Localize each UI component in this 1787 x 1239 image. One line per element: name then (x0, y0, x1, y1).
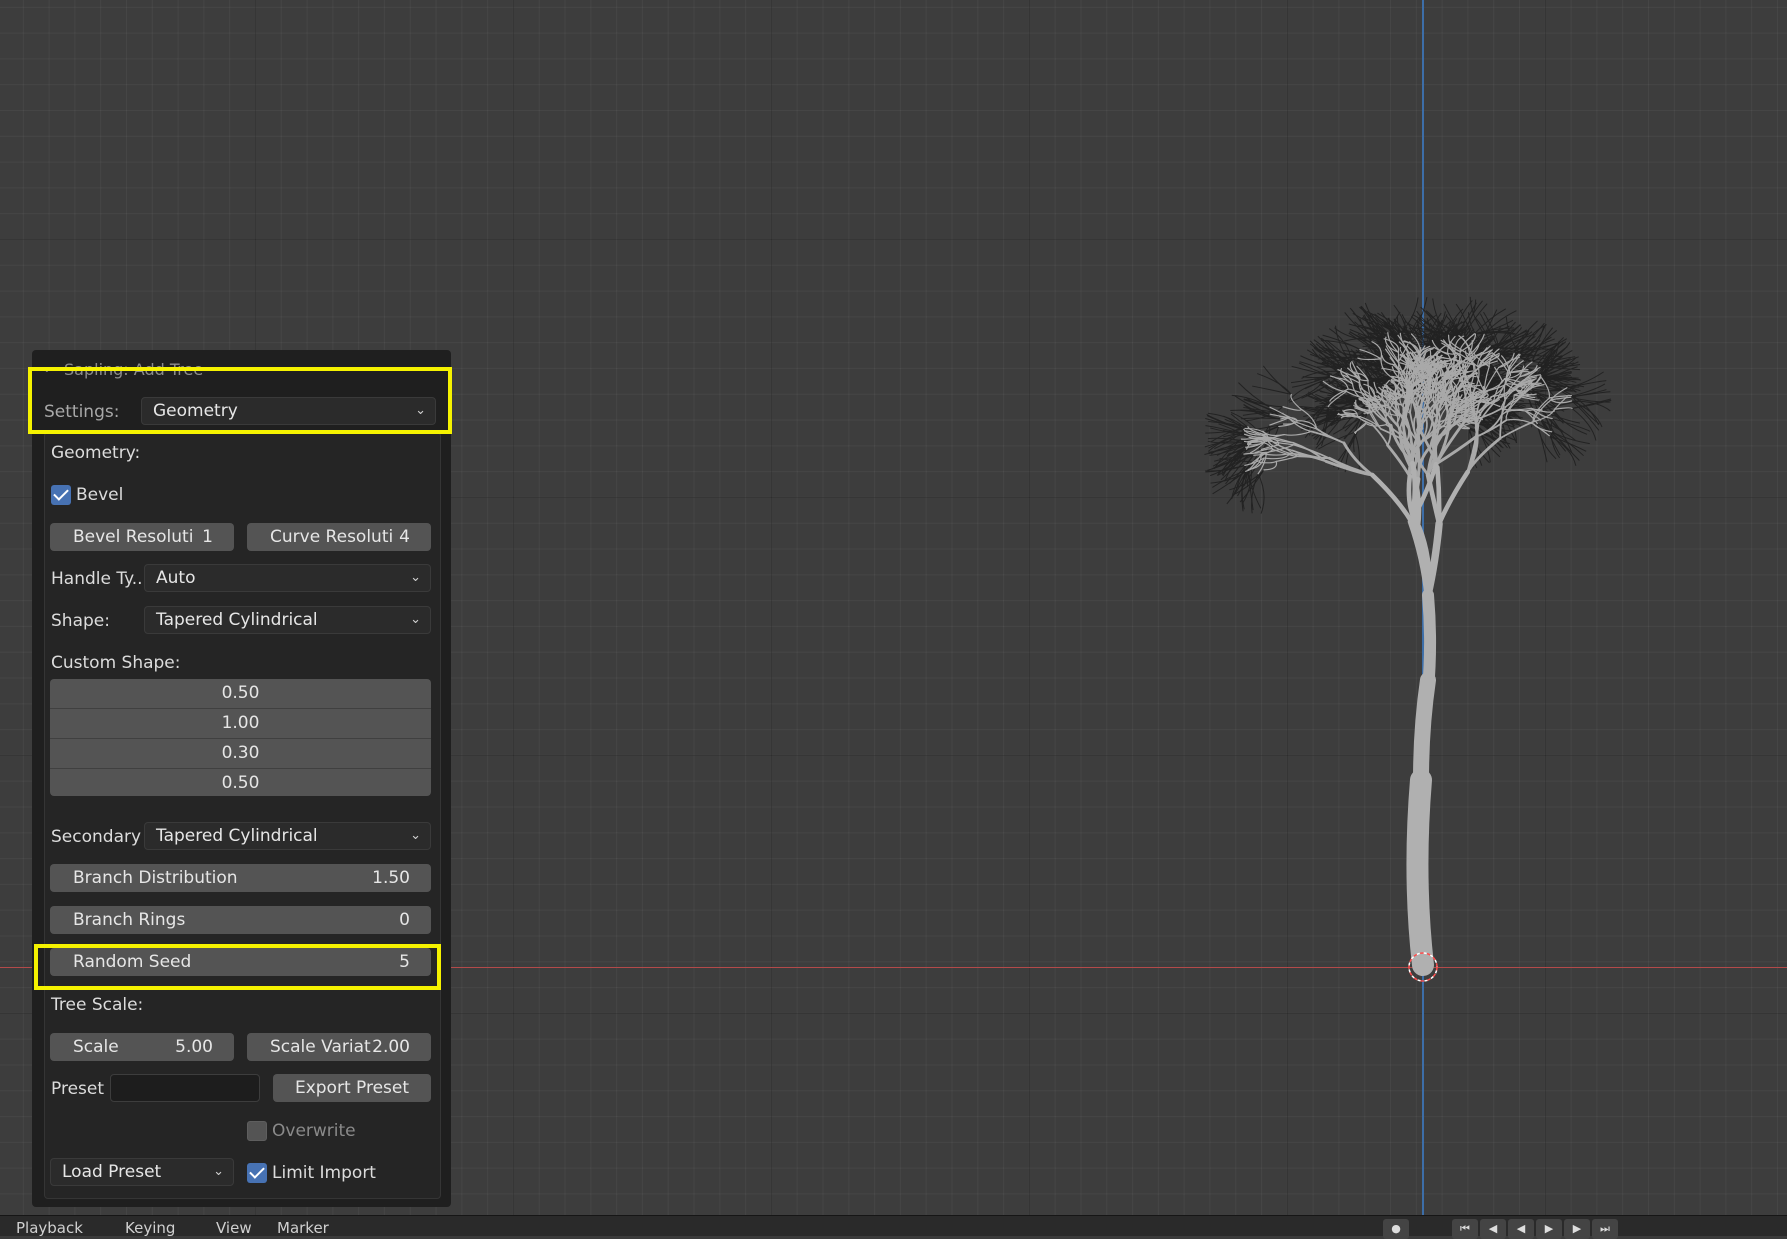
preset-label: Preset (51, 1079, 104, 1099)
scale-field[interactable]: Scale 5.00 (50, 1033, 234, 1061)
handle-type-label: Handle Ty... (51, 569, 148, 589)
scale-label: Scale (73, 1033, 119, 1061)
play-icon[interactable]: ▶ (1536, 1219, 1562, 1239)
settings-value: Geometry (153, 401, 238, 421)
tree-twig (1252, 386, 1291, 394)
tree-branch (1312, 431, 1344, 442)
panel-title: Sapling: Add Tree (64, 360, 203, 379)
settings-label: Settings: (44, 402, 119, 422)
timeline-header: Playback Keying View Marker ● ⏮ ◀ ◀ ▶ ▶ … (0, 1215, 1787, 1236)
bevel-resolution-value: 1 (202, 523, 213, 551)
custom-shape-value[interactable]: 0.50 (50, 679, 431, 709)
timeline-menu-view[interactable]: View (216, 1219, 252, 1237)
limit-import-checkbox[interactable] (247, 1163, 267, 1183)
chevron-down-icon: ⌄ (410, 607, 421, 633)
curve-resolution-value: 4 (399, 523, 410, 551)
tree-branch (1437, 467, 1439, 523)
bevel-label: Bevel (76, 485, 123, 505)
branch-distribution-label: Branch Distribution (73, 864, 238, 892)
tree-branch (1372, 475, 1411, 522)
limit-import-label: Limit Import (272, 1163, 376, 1183)
chevron-down-icon[interactable]: ⌄ (41, 360, 53, 376)
shape-dropdown[interactable]: Tapered Cylindrical ⌄ (144, 606, 431, 634)
record-icon[interactable]: ● (1383, 1219, 1409, 1239)
chevron-down-icon: ⌄ (410, 823, 421, 849)
jump-end-icon[interactable]: ⏭ (1592, 1219, 1618, 1239)
bevel-checkbox[interactable] (51, 485, 71, 505)
branch-rings-field[interactable]: Branch Rings 0 (50, 906, 431, 934)
bevel-resolution-field[interactable]: Bevel Resoluti 1 (50, 523, 234, 551)
preset-name-input[interactable] (110, 1074, 260, 1102)
random-seed-label: Random Seed (73, 948, 191, 976)
custom-shape-list: 0.50 1.00 0.30 0.50 (50, 679, 431, 796)
random-seed-value: 5 (399, 948, 410, 976)
load-preset-dropdown[interactable]: Load Preset ⌄ (50, 1158, 234, 1186)
tree-twig (1355, 432, 1360, 472)
random-seed-field[interactable]: Random Seed 5 (50, 948, 431, 976)
secondary-label: Secondary (51, 827, 141, 847)
tree-scale-label: Tree Scale: (51, 995, 143, 1015)
handle-type-dropdown[interactable]: Auto ⌄ (144, 564, 431, 592)
play-reverse-icon[interactable]: ◀ (1508, 1219, 1534, 1239)
export-preset-button[interactable]: Export Preset (273, 1074, 431, 1102)
branch-distribution-value: 1.50 (372, 864, 410, 892)
shape-label: Shape: (51, 611, 110, 631)
settings-dropdown[interactable]: Geometry ⌄ (141, 397, 436, 425)
branch-rings-value: 0 (399, 906, 410, 934)
tree-branch (1428, 595, 1430, 690)
tree-branch (1439, 472, 1468, 524)
timeline-menu-keying[interactable]: Keying (125, 1219, 175, 1237)
curve-resolution-label: Curve Resoluti (270, 523, 393, 551)
chevron-down-icon: ⌄ (213, 1159, 224, 1185)
chevron-down-icon: ⌄ (415, 398, 426, 424)
branch-rings-label: Branch Rings (73, 906, 185, 934)
branch-distribution-field[interactable]: Branch Distribution 1.50 (50, 864, 431, 892)
prev-keyframe-icon[interactable]: ◀ (1480, 1219, 1506, 1239)
scale-variation-label: Scale Variat (270, 1033, 371, 1061)
curve-resolution-field[interactable]: Curve Resoluti 4 (247, 523, 431, 551)
overwrite-checkbox[interactable] (247, 1121, 267, 1141)
timeline-menu-playback[interactable]: Playback (16, 1219, 83, 1237)
shape-value: Tapered Cylindrical (156, 610, 318, 630)
tree-trunk (1417, 780, 1423, 965)
custom-shape-label: Custom Shape: (51, 653, 181, 673)
next-keyframe-icon[interactable]: ▶ (1564, 1219, 1590, 1239)
secondary-value: Tapered Cylindrical (156, 826, 318, 846)
section-geometry-label: Geometry: (51, 443, 140, 463)
bevel-resolution-label: Bevel Resoluti (73, 523, 193, 551)
scale-value: 5.00 (175, 1033, 213, 1061)
custom-shape-value[interactable]: 1.00 (50, 709, 431, 739)
tree-twig (1555, 411, 1587, 434)
tree-twig (1258, 474, 1264, 514)
jump-start-icon[interactable]: ⏮ (1452, 1219, 1478, 1239)
tree-twig (1257, 374, 1291, 395)
handle-type-value: Auto (156, 568, 195, 588)
secondary-dropdown[interactable]: Tapered Cylindrical ⌄ (144, 822, 431, 850)
scale-variation-field[interactable]: Scale Variat 2.00 (247, 1033, 431, 1061)
overwrite-label: Overwrite (272, 1121, 356, 1141)
chevron-down-icon: ⌄ (410, 565, 421, 591)
custom-shape-value[interactable]: 0.30 (50, 739, 431, 769)
load-preset-label: Load Preset (62, 1162, 161, 1182)
custom-shape-value[interactable]: 0.50 (50, 769, 431, 796)
timeline-menu-marker[interactable]: Marker (277, 1219, 329, 1237)
scale-variation-value: 2.00 (372, 1033, 410, 1061)
